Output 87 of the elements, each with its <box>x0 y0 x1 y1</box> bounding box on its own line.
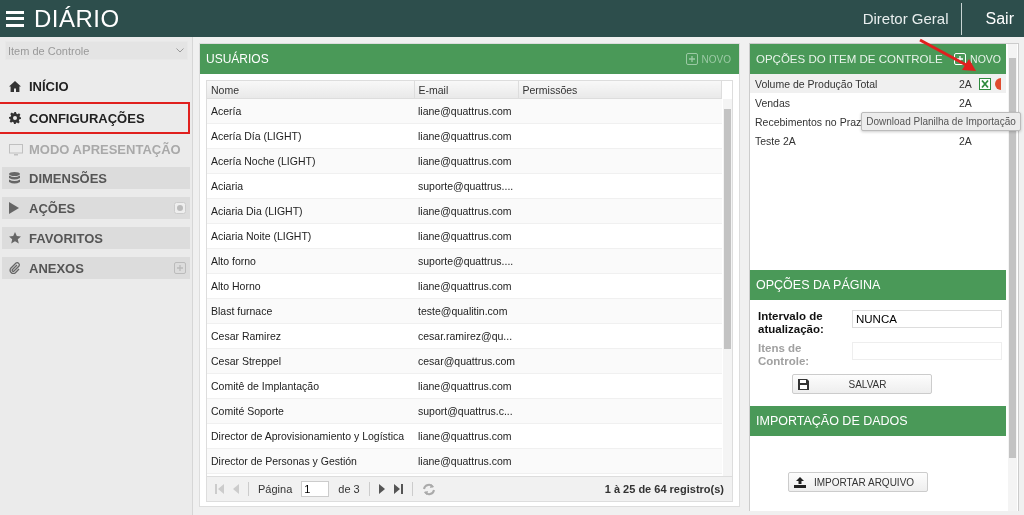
record-summary: 1 à 25 de 64 registro(s) <box>604 483 724 495</box>
item-name: Volume de Produção Total <box>755 77 878 90</box>
control-item-row[interactable]: Volume de Produção Total 2A <box>750 74 1006 93</box>
spreadsheet-icon[interactable] <box>979 77 991 90</box>
table-cell: Blast furnace <box>211 305 273 317</box>
panel-title: OPÇÕES DA PÁGINA <box>756 278 881 292</box>
panel-title: IMPORTAÇÃO DE DADOS <box>756 414 908 428</box>
column-header[interactable]: Permissões <box>518 81 722 99</box>
sidebar-section[interactable]: DIMENSÕES <box>2 167 190 189</box>
item-code: 2A <box>959 77 973 90</box>
table-cell: liane@quattrus.com <box>418 205 512 217</box>
plus-icon <box>954 53 967 65</box>
table-cell: liane@quattrus.com <box>418 130 512 142</box>
tooltip: Download Planilha de Importação <box>861 111 1021 131</box>
first-page-icon[interactable] <box>215 484 224 494</box>
table-cell: liane@quattrus.com <box>418 230 512 242</box>
scrollbar[interactable] <box>723 99 732 476</box>
field-label: Itens de Controle: <box>758 342 811 368</box>
database-icon <box>9 172 20 184</box>
monitor-icon <box>9 143 23 156</box>
chevron-down-icon <box>176 48 184 53</box>
table-cell: Alto forno <box>211 255 256 267</box>
table-cell: Acería Día (LIGHT) <box>211 130 302 142</box>
panel-title: USUÁRIOS <box>206 52 269 66</box>
table-cell: Comitê de Implantação <box>211 380 319 392</box>
upload-icon <box>794 476 806 488</box>
menu-icon[interactable] <box>6 10 24 27</box>
page-input[interactable]: 1 <box>301 481 330 497</box>
sidebar-item[interactable]: INÍCIO <box>2 74 190 99</box>
table-cell: Comité Soporte <box>211 405 284 417</box>
plus-icon <box>685 53 698 65</box>
item-name: Teste 2A <box>755 134 796 147</box>
table-cell: teste@qualitin.com <box>418 305 508 317</box>
table-cell: Cesar Streppel <box>211 355 282 367</box>
column-header[interactable]: Nome <box>207 81 414 99</box>
input-field[interactable]: NUNCA <box>852 310 1002 328</box>
table-cell: liane@quattrus.com <box>418 430 512 442</box>
import-file-button[interactable]: IMPORTAR ARQUIVO <box>788 472 928 492</box>
plus-icon[interactable] <box>174 262 186 274</box>
refresh-icon[interactable] <box>421 482 436 496</box>
table-cell: Alto Horno <box>211 280 261 292</box>
sidebar-section[interactable]: FAVORITOS <box>2 227 190 249</box>
item-name: Vendas <box>755 96 791 109</box>
field-label: Intervalo de atualização: <box>758 310 825 336</box>
table-cell: Cesar Ramirez <box>211 330 281 342</box>
table-cell: liane@quattrus.com <box>418 280 512 292</box>
next-page-icon[interactable] <box>378 484 385 494</box>
table-cell: cesar.ramirez@qu... <box>418 330 513 342</box>
app-title: DIÁRIO <box>34 4 120 33</box>
home-icon <box>9 81 21 92</box>
paperclip-icon <box>9 262 21 274</box>
table-cell: Director de Aprovisionamiento y Logística <box>211 430 405 442</box>
table-cell: suporte@quattrus.... <box>418 255 514 267</box>
table-cell: Acería Noche (LIGHT) <box>211 155 316 167</box>
control-item-row[interactable]: Vendas 2A <box>750 93 1006 112</box>
item-code: 2A <box>959 96 973 109</box>
table-cell: liane@quattrus.com <box>418 105 512 117</box>
table-cell: cesar@quattrus.com <box>418 355 516 367</box>
page-count: de 3 <box>338 483 360 495</box>
sidebar-item[interactable]: CONFIGURAÇÕES <box>0 104 188 132</box>
table-cell: liane@quattrus.com <box>418 155 512 167</box>
star-icon <box>9 232 21 244</box>
last-page-icon[interactable] <box>393 484 403 494</box>
play-icon <box>9 202 19 214</box>
previous-page-icon[interactable] <box>233 484 239 494</box>
table-cell: Acería <box>211 105 242 117</box>
sidebar-section[interactable]: AÇÕES <box>2 197 190 219</box>
settings-icon <box>9 112 21 124</box>
user-name: Diretor Geral <box>862 10 950 27</box>
table-cell: Aciaria <box>211 180 244 192</box>
table-cell: suporte@quattrus.... <box>418 180 514 192</box>
table-cell: Aciaria Noite (LIGHT) <box>211 230 312 242</box>
table-cell: Aciaria Dia (LIGHT) <box>211 205 303 217</box>
table-cell: liane@quattrus.com <box>418 455 512 467</box>
logout-link[interactable]: Sair <box>961 9 1024 28</box>
table-cell: suport@quattrus.c... <box>418 405 513 417</box>
delete-icon[interactable] <box>993 77 1001 90</box>
circle-icon[interactable] <box>174 202 186 214</box>
table-cell: Director de Personas y Gestión <box>211 455 357 467</box>
save-button[interactable]: SALVAR <box>792 374 932 394</box>
item-code: 2A <box>959 134 973 147</box>
panel-title: OPÇÕES DO ITEM DE CONTROLE <box>756 53 943 65</box>
table-cell: liane@quattrus.com <box>418 380 512 392</box>
control-item-row[interactable]: Teste 2A 2A <box>750 131 1006 150</box>
sidebar-section[interactable]: ANEXOS <box>2 257 190 279</box>
page-label: Página <box>258 483 293 495</box>
column-header[interactable]: E-mail <box>414 81 518 99</box>
